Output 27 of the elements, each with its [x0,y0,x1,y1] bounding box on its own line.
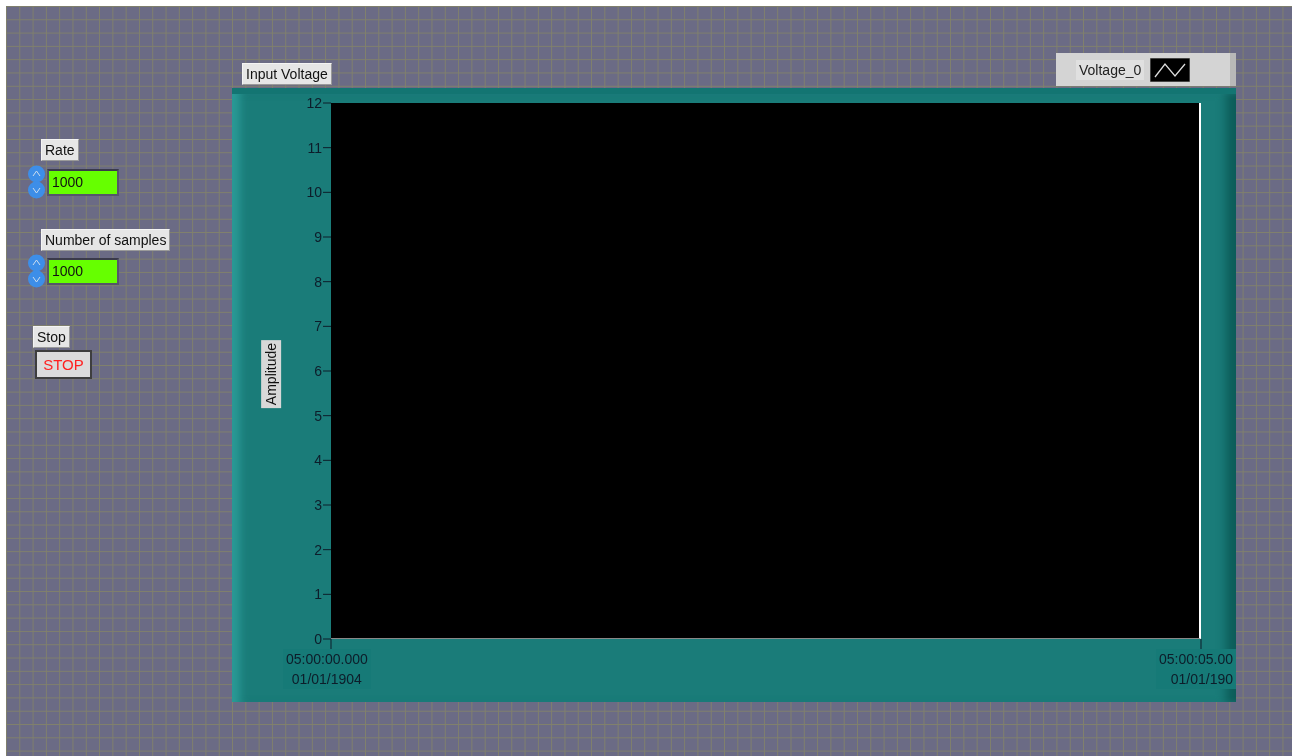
y-tick-label: 5 [314,407,322,424]
y-tick-label: 10 [306,184,322,201]
axis-label: Amplitude [261,339,282,409]
y-tick-label: 2 [314,541,322,558]
numeric-field[interactable]: 1000 [47,169,119,196]
plot-legend[interactable]: Voltage_0 [1056,53,1236,86]
y-tick-label: 7 [314,318,322,335]
x-tick-label: 05:00:05.00 01/01/190 [1156,649,1236,689]
line-style-icon [1150,57,1191,82]
y-tick-label: 9 [314,229,322,245]
y-tick-label: 8 [314,273,322,290]
y-tick-label: 12 [306,95,322,111]
graph-label: Input Voltage [242,63,332,85]
control-label: Rate [41,139,79,161]
spinner-arrows-icon[interactable] [27,254,46,288]
x-tick-label: 05:00:00.000 01/01/1904 [283,649,371,689]
numeric-field[interactable]: 1000 [47,258,119,285]
y-tick-label: 3 [314,497,322,513]
y-tick-label: 4 [314,452,322,469]
control-label: Number of samples [41,229,171,251]
button-label: Stop [33,326,70,348]
y-tick-label: 11 [307,139,322,156]
legend-label: Voltage_0 [1076,59,1145,80]
y-tick-label: 1 [314,586,322,603]
y-tick-label: 0 [314,631,322,647]
y-tick-label: 6 [314,363,322,379]
spinner-arrows-icon[interactable] [27,165,46,199]
